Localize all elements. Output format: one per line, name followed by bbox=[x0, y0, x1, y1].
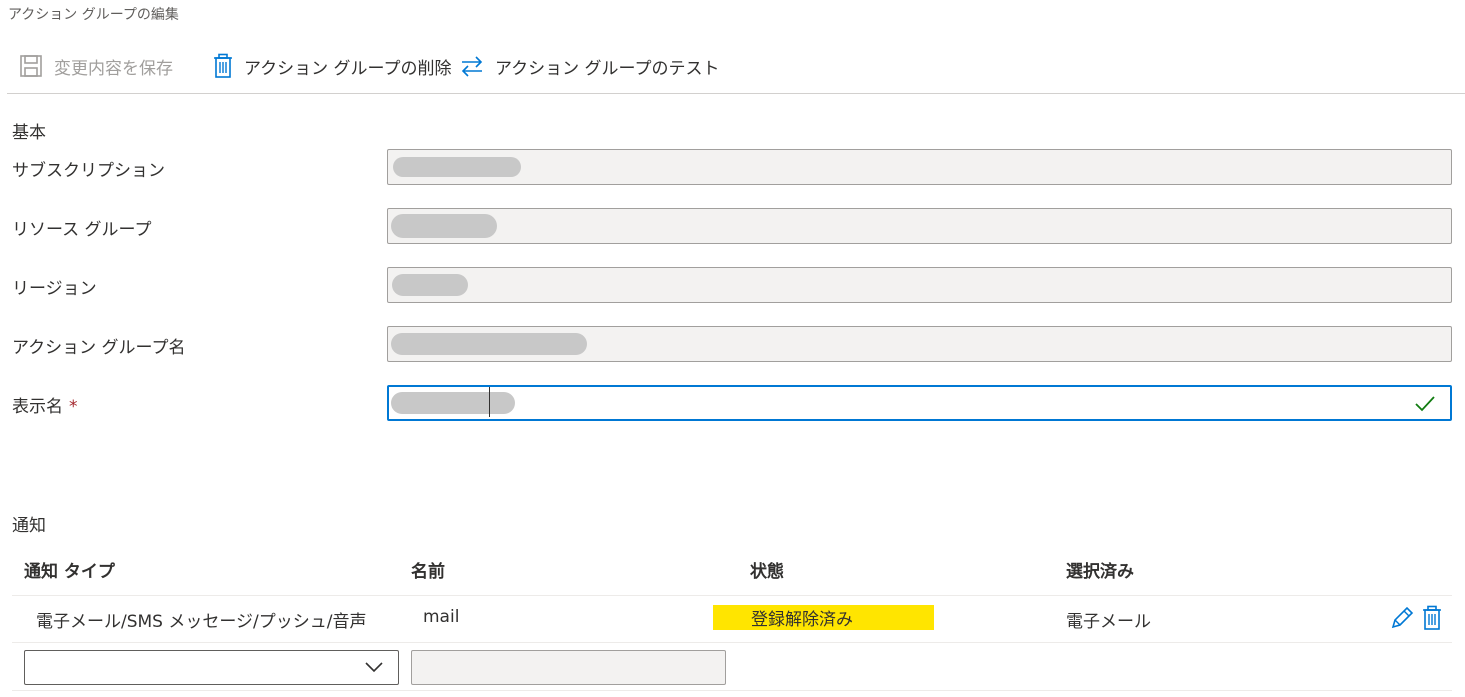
breadcrumb: アクション グループの編集 bbox=[8, 7, 179, 23]
row-divider bbox=[12, 690, 1452, 691]
pencil-icon[interactable] bbox=[1389, 605, 1415, 631]
status-badge: 登録解除済み bbox=[713, 605, 934, 630]
save-changes-label: 変更内容を保存 bbox=[54, 58, 173, 79]
redacted-value bbox=[391, 214, 497, 238]
region-field bbox=[387, 267, 1452, 303]
chevron-down-icon bbox=[365, 662, 383, 673]
toolbar-divider bbox=[7, 93, 1465, 94]
required-marker: * bbox=[69, 397, 78, 417]
trash-icon[interactable] bbox=[1421, 605, 1443, 631]
column-header-status: 状態 bbox=[750, 562, 784, 582]
column-header-name: 名前 bbox=[411, 562, 445, 582]
resource-group-label: リソース グループ bbox=[12, 220, 152, 240]
basics-section-title: 基本 bbox=[12, 123, 46, 143]
row-divider bbox=[12, 642, 1452, 643]
test-action-group-button[interactable]: アクション グループのテスト bbox=[459, 44, 720, 88]
column-header-notification-type: 通知 タイプ bbox=[24, 562, 115, 582]
save-changes-button[interactable]: 変更内容を保存 bbox=[18, 44, 173, 88]
header-divider bbox=[12, 595, 1452, 596]
checkmark-icon bbox=[1415, 396, 1435, 412]
redacted-value bbox=[392, 274, 468, 296]
region-label: リージョン bbox=[12, 279, 97, 299]
column-header-selected: 選択済み bbox=[1066, 562, 1134, 582]
action-group-name-field bbox=[387, 326, 1452, 362]
delete-action-group-button[interactable]: アクション グループの削除 bbox=[212, 44, 452, 88]
resource-group-field bbox=[387, 208, 1452, 244]
display-name-input[interactable] bbox=[387, 385, 1452, 421]
delete-action-group-label: アクション グループの削除 bbox=[244, 58, 452, 79]
row-selected: 電子メール bbox=[1066, 612, 1151, 632]
notification-type-dropdown[interactable] bbox=[24, 650, 399, 685]
save-icon bbox=[20, 55, 42, 77]
redacted-value bbox=[393, 157, 521, 177]
trash-icon bbox=[214, 53, 232, 78]
row-status: 登録解除済み bbox=[751, 610, 853, 630]
row-name: mail bbox=[423, 607, 460, 627]
test-action-group-label: アクション グループのテスト bbox=[495, 58, 720, 79]
action-group-name-label: アクション グループ名 bbox=[12, 338, 186, 358]
subscription-label: サブスクリプション bbox=[12, 161, 165, 181]
command-bar: 変更内容を保存 アクション グループの削除 アクション グループのテスト bbox=[0, 44, 1465, 90]
row-notification-type: 電子メール/SMS メッセージ/プッシュ/音声 bbox=[36, 612, 367, 632]
display-name-label: 表示名 * bbox=[12, 392, 78, 417]
redacted-value bbox=[391, 333, 587, 355]
text-caret bbox=[489, 387, 490, 417]
subscription-field bbox=[387, 149, 1452, 185]
redacted-value bbox=[391, 392, 515, 414]
swap-arrows-icon bbox=[461, 56, 483, 77]
display-name-label-text: 表示名 bbox=[12, 397, 63, 417]
notification-name-input[interactable] bbox=[411, 650, 726, 685]
notifications-section-title: 通知 bbox=[12, 516, 46, 536]
